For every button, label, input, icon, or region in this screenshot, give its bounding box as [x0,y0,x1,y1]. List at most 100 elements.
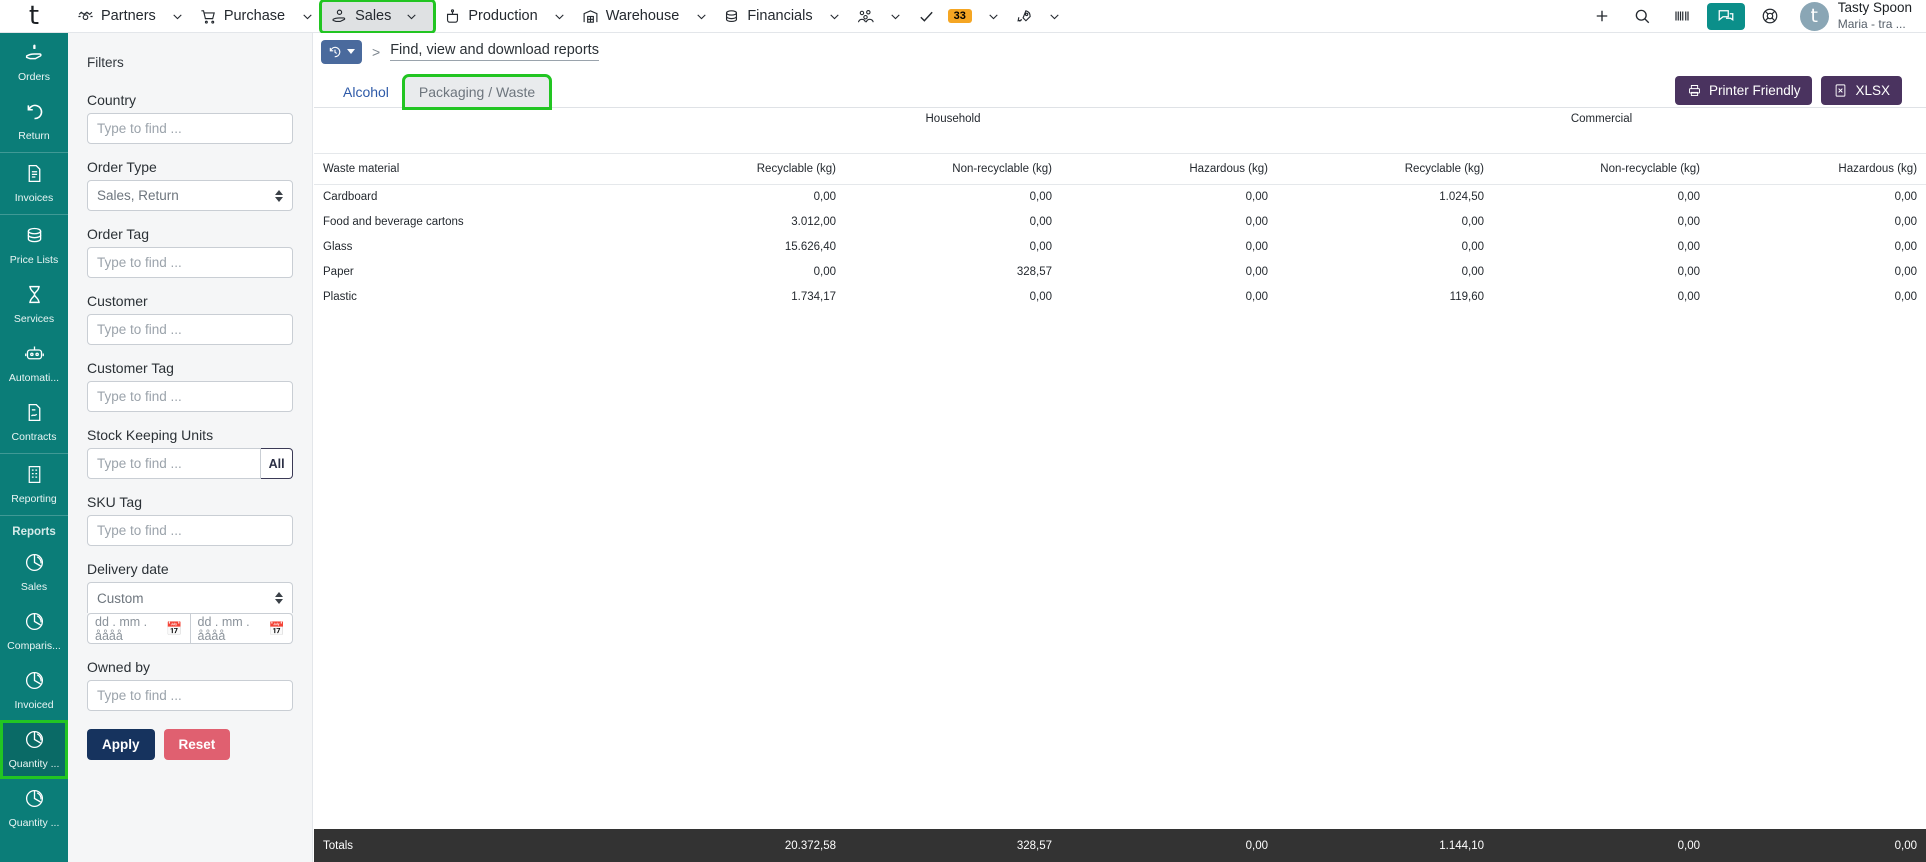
sidebar-item-report-comparison[interactable]: Comparis... [0,602,68,661]
nav-item-financials[interactable]: Financials [714,2,821,31]
chevron-down-icon-warehouse[interactable] [688,2,714,31]
col-waste-material[interactable]: Waste material [314,152,629,185]
cell-material: Plastic [323,290,357,303]
sidebar-item-return[interactable]: Return [0,92,68,151]
sidebar-label-return: Return [18,130,50,142]
delivery-date-mode-select[interactable]: Custom [87,582,293,613]
delivery-date-to-input[interactable]: dd . mm . åååå 📅 [190,613,293,644]
nav-item-purchase[interactable]: Purchase [191,2,294,31]
filter-label-order-type: Order Type [87,159,157,175]
chevron-down-icon-rocket[interactable] [1042,2,1068,31]
nav-label-financials: Financials [747,8,813,24]
cell-value: 0,00 [1245,215,1268,228]
group-header-commercial: Commercial [1570,113,1633,125]
sidebar-item-automation[interactable]: Automati... [0,334,68,393]
chevron-down-icon-sales[interactable] [398,2,424,31]
plus-icon[interactable] [1582,0,1622,33]
chevron-down-icon-partners[interactable] [165,2,191,31]
table-row[interactable]: Plastic 1.734,17 0,00 0,00 119,60 0,00 0… [314,284,1926,309]
sidebar-item-price-lists[interactable]: Price Lists [0,216,68,275]
col-household-hazardous[interactable]: Hazardous (kg) [1061,152,1277,185]
table-row[interactable]: Cardboard 0,00 0,00 0,00 1.024,50 0,00 0… [314,184,1926,209]
col-commercial-recyclable[interactable]: Recyclable (kg) [1277,152,1493,185]
chevron-down-icon-tasks[interactable] [981,2,1007,31]
chevron-down-icon-financials[interactable] [822,2,848,31]
filter-label-owned-by: Owned by [87,659,151,675]
sidebar-section-reports: Reports [12,526,56,538]
sku-tag-input[interactable] [87,515,293,546]
xlsx-label: XLSX [1855,83,1890,98]
order-tag-input[interactable] [87,247,293,278]
xlsx-button[interactable]: XLSX [1821,76,1902,105]
nav-item-sales[interactable]: Sales [319,0,437,34]
col-household-recyclable[interactable]: Recyclable (kg) [629,152,845,185]
breadcrumb-separator: > [372,43,381,60]
table-row[interactable]: Glass 15.626,40 0,00 0,00 0,00 0,00 0,00 [314,234,1926,259]
nav-item-people[interactable] [848,2,883,31]
apply-button[interactable]: Apply [87,729,155,760]
chevron-down-icon-people[interactable] [883,2,909,31]
tab-packaging-waste[interactable]: Packaging / Waste [401,74,553,110]
table-row[interactable]: Paper 0,00 328,57 0,00 0,00 0,00 0,00 [314,259,1926,284]
search-icon[interactable] [1622,0,1662,33]
page-title[interactable]: Find, view and download reports [390,42,599,61]
cell-value: 0,00 [1245,265,1268,278]
sidebar-item-report-quantity-2[interactable]: Quantity ... [0,779,68,838]
sidebar-item-report-invoiced[interactable]: Invoiced [0,661,68,720]
user-subtitle: Maria - tra ... [1837,16,1906,31]
sidebar-item-reporting[interactable]: Reporting [0,455,68,514]
sidebar-label-services: Services [13,313,55,325]
group-header-blank [314,108,629,153]
barcode-icon[interactable] [1662,0,1702,33]
col-household-non-recyclable[interactable]: Non-recyclable (kg) [845,152,1061,185]
chevron-down-icon-production[interactable] [547,2,573,31]
coins-icon [723,8,740,25]
customer-tag-input[interactable] [87,381,293,412]
filter-sku: Stock Keeping Units All [87,427,293,479]
nav-item-tasks[interactable]: 33 [909,2,981,31]
cell-value: 0,00 [1677,240,1700,253]
cell-material: Glass [323,240,353,253]
lifebuoy-icon[interactable] [1750,0,1790,33]
cell-value: 0,00 [1677,215,1700,228]
sidebar-item-services[interactable]: Services [0,275,68,334]
cell-value: 0,00 [1894,215,1918,228]
chevron-down-icon-purchase[interactable] [294,2,320,31]
app-logo[interactable]: t [0,0,68,33]
reset-button[interactable]: Reset [163,729,231,760]
delivery-date-from-input[interactable]: dd . mm . åååå 📅 [87,613,191,644]
top-navigation-bar: t Partners Purchase Sales Production War… [0,0,1926,34]
sidebar-item-invoices[interactable]: Invoices [0,154,68,213]
cell-value: 0,00 [1894,265,1918,278]
tab-alcohol[interactable]: Alcohol [329,77,403,107]
sku-input[interactable] [87,448,262,479]
cell-value: 0,00 [1029,190,1052,203]
check-icon [918,8,935,25]
sidebar-item-report-quantity-active[interactable]: Quantity ... [0,720,68,779]
report-actions: Printer Friendly XLSX [1674,76,1902,105]
sku-all-button[interactable]: All [261,448,293,479]
customer-input[interactable] [87,314,293,345]
nav-item-production[interactable]: Production [435,2,546,31]
col-commercial-hazardous[interactable]: Hazardous (kg) [1709,152,1926,185]
cart-icon [200,8,217,25]
delivery-date-to-placeholder: dd . mm . åååå [197,614,250,643]
col-commercial-non-recyclable[interactable]: Non-recyclable (kg) [1493,152,1709,185]
chat-icon[interactable] [1706,2,1745,30]
cell-value: 0,00 [1894,190,1918,203]
table-row[interactable]: Food and beverage cartons 3.012,00 0,00 … [314,209,1926,234]
owned-by-input[interactable] [87,680,293,711]
nav-item-rocket[interactable] [1007,2,1042,31]
hand-coin-icon [331,8,348,25]
sidebar-item-contracts[interactable]: Contracts [0,393,68,452]
country-input[interactable] [87,113,293,144]
nav-item-partners[interactable]: Partners [68,2,165,31]
history-button[interactable] [321,39,362,64]
user-menu[interactable]: t Tasty Spoon Maria - tra ... [1790,0,1918,32]
sidebar-item-orders[interactable]: Orders [0,33,68,92]
filter-label-sku-tag: SKU Tag [87,494,142,510]
nav-item-warehouse[interactable]: Warehouse [573,2,689,31]
order-type-select[interactable]: Sales, Return [87,180,293,211]
sidebar-item-report-sales[interactable]: Sales [0,543,68,602]
printer-friendly-button[interactable]: Printer Friendly [1674,76,1813,105]
